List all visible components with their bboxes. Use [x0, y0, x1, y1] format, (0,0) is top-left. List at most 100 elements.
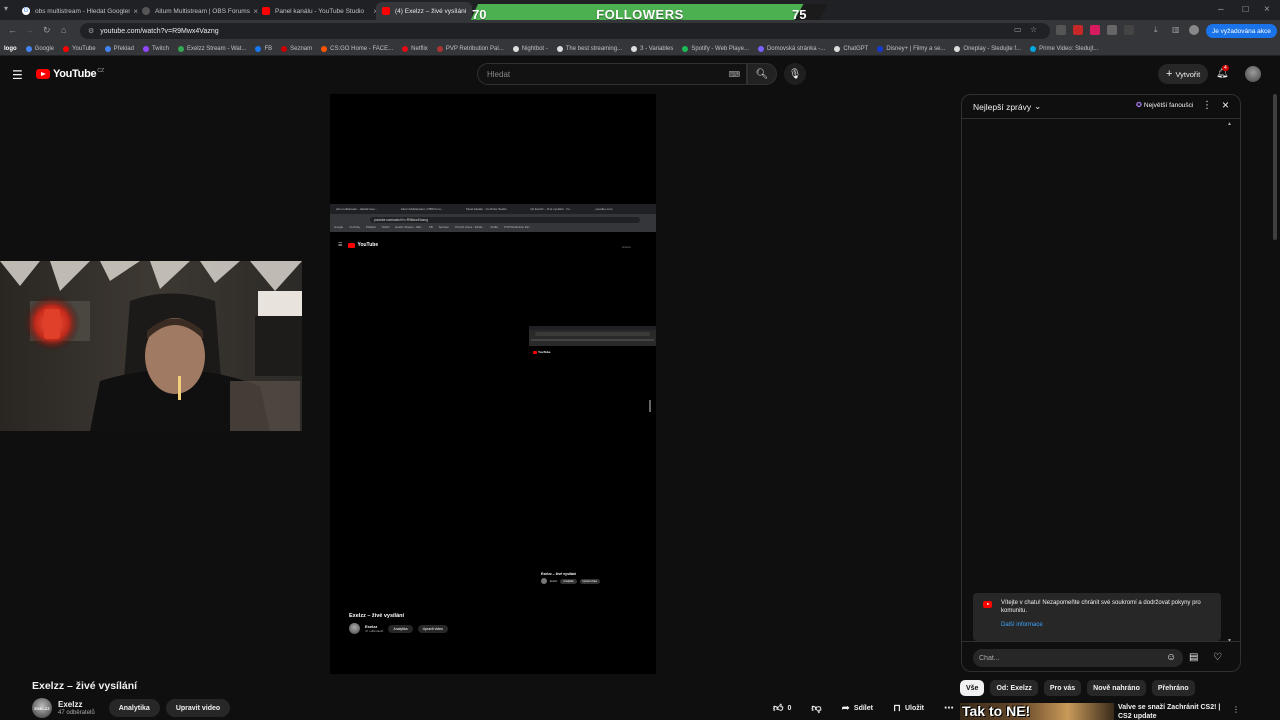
- notifications-button[interactable]: 🔔︎ 4: [1216, 65, 1229, 79]
- share-button[interactable]: ➦ Sdílet: [834, 699, 880, 717]
- bookmark-label: Překlad: [113, 45, 134, 52]
- search-box[interactable]: Hledat ⌨: [477, 63, 747, 85]
- bookmark-item[interactable]: Spotify - Web Playe...: [682, 45, 749, 52]
- extension-icon[interactable]: [1090, 25, 1100, 35]
- filter-chip[interactable]: Vše: [960, 680, 985, 696]
- recommended-title[interactable]: Valve se snaží Zachránit CS2! | CS2 upda…: [1118, 703, 1228, 720]
- chat-mode-dropdown[interactable]: Nejlepší zprávy ⌄: [973, 101, 1041, 112]
- nested-search: Hledat: [622, 245, 631, 249]
- chat-more-icon[interactable]: ⋮: [1202, 100, 1212, 111]
- site-info-icon[interactable]: ⚙: [88, 27, 94, 35]
- more-actions-button[interactable]: ⋯: [937, 699, 961, 717]
- browser-tab-youtube-studio[interactable]: Panel kanálu - YouTube Studio ×: [256, 2, 384, 20]
- back-icon[interactable]: ←: [8, 25, 17, 35]
- tab-title: Aitum Multistream | OBS Forums: [155, 7, 250, 15]
- nested-owner-row: Exelzz 47 odběratelů Analytika Upravit v…: [349, 623, 448, 634]
- heart-icon[interactable]: ♡: [1213, 652, 1222, 663]
- more-vertical-icon[interactable]: ⋮: [1232, 705, 1240, 714]
- bookmark-item[interactable]: Exelzz Stream - Wat...: [177, 45, 246, 52]
- bookmark-item[interactable]: Prime Video: Sledujt...: [1030, 45, 1098, 52]
- bookmark-item[interactable]: ChatGPT: [834, 45, 868, 52]
- filter-chip[interactable]: Přehráno: [1151, 680, 1195, 696]
- nested-level2-avatar: [541, 578, 547, 584]
- like-button[interactable]: 👍︎ 0: [766, 699, 799, 717]
- youtube-studio-icon: [262, 7, 270, 15]
- maximize-icon[interactable]: ☐: [1242, 5, 1249, 14]
- bookmark-item[interactable]: PVP Retribution Pal...: [436, 45, 504, 52]
- bookmark-item[interactable]: Seznam: [281, 45, 312, 52]
- chat-scroll-up-icon[interactable]: ▲: [1227, 121, 1232, 127]
- recommended-video[interactable]: Tak to NE! Valve se snaží Zachránit CS2!…: [960, 703, 1240, 720]
- cast-icon[interactable]: ▭: [1014, 25, 1022, 34]
- close-window-icon[interactable]: ×: [1264, 4, 1270, 15]
- home-icon[interactable]: ⌂: [61, 25, 66, 35]
- bookmark-label: logo: [4, 45, 17, 52]
- bookmark-item[interactable]: Google: [25, 45, 54, 52]
- save-button[interactable]: ⊓ Uložit: [885, 699, 931, 717]
- bookmark-favicon-icon: [1030, 45, 1037, 52]
- browser-tab-obs-forums[interactable]: Aitum Multistream | OBS Forums ×: [136, 2, 264, 20]
- bookmark-item[interactable]: Disney+ | Filmy a se...: [877, 45, 945, 52]
- extensions-puzzle-icon[interactable]: [1124, 25, 1134, 35]
- chat-input[interactable]: [973, 649, 1183, 667]
- youtube-logo[interactable]: YouTube CZ: [36, 68, 104, 80]
- edit-video-button[interactable]: Upravit video: [165, 699, 231, 717]
- close-chat-icon[interactable]: ×: [1222, 98, 1229, 112]
- bookmark-item[interactable]: logo: [4, 46, 17, 52]
- create-button[interactable]: + Vytvořit: [1158, 64, 1209, 84]
- channel-avatar[interactable]: EXELZZ: [32, 698, 52, 718]
- browser-tab-youtube-live[interactable]: (4) Exelzz – živé vysílání - YouTube: [376, 2, 472, 20]
- tab-list-icon[interactable]: ▾: [4, 4, 8, 13]
- bookmark-item[interactable]: Twitch: [142, 45, 169, 52]
- bookmark-star-icon[interactable]: ☆: [1030, 25, 1037, 34]
- channel-name[interactable]: Exelzz: [58, 700, 95, 709]
- reload-icon[interactable]: ↻: [43, 25, 51, 36]
- menu-icon[interactable]: ☰: [12, 68, 23, 82]
- recommended-thumbnail[interactable]: Tak to NE!: [960, 703, 1114, 720]
- nested-bookmarks: Google YouTube Překlad Twitch Exelzz Stream …: [334, 225, 531, 229]
- bookmark-item[interactable]: FB: [255, 45, 272, 52]
- youtube-icon: [382, 7, 390, 15]
- bookmark-item[interactable]: 3 - Variables: [631, 45, 673, 52]
- download-icon[interactable]: ⤓: [1154, 25, 1158, 35]
- minimize-icon[interactable]: –: [1218, 4, 1224, 15]
- voice-search-button[interactable]: 🎙︎: [784, 63, 806, 85]
- browser-tab-google[interactable]: G obs multistream - Hledat Googlem ×: [16, 2, 144, 20]
- forward-icon[interactable]: →: [25, 25, 34, 35]
- chat-more-info-link[interactable]: Další informace: [1001, 622, 1213, 628]
- super-chat-icon[interactable]: ▤: [1189, 652, 1198, 663]
- filter-chip[interactable]: Nově nahráno: [1087, 680, 1146, 696]
- bookmark-item[interactable]: The best streaming...: [556, 45, 622, 52]
- action-required-button[interactable]: Je vyžadována akce: [1206, 24, 1277, 38]
- search-button[interactable]: 🔍︎: [747, 63, 777, 85]
- top-fans-button[interactable]: ✪ Největší fanoušci: [1136, 101, 1193, 110]
- address-bar[interactable]: ⚙ youtube.com/watch?v=R9Mwx4Vazng: [80, 23, 1050, 39]
- bookmark-favicon-icon: [436, 45, 443, 52]
- extension-icon[interactable]: [1056, 25, 1066, 35]
- sidebar-icon[interactable]: ▥: [1172, 25, 1180, 34]
- account-avatar[interactable]: [1245, 66, 1261, 82]
- page-scrollbar[interactable]: [1273, 94, 1277, 240]
- filter-chip[interactable]: Od: Exelzz: [990, 680, 1038, 696]
- analytics-button[interactable]: Analytika: [108, 699, 160, 717]
- nested-tab: (4) Exelzz – živé vysílání - Yo...: [530, 207, 572, 211]
- keyboard-icon[interactable]: ⌨: [728, 70, 740, 79]
- bookmark-item[interactable]: Nightbot -: [512, 45, 548, 52]
- bookmark-item[interactable]: YouTube: [63, 45, 96, 52]
- bookmark-item[interactable]: Překlad: [104, 45, 134, 52]
- profile-avatar-icon[interactable]: [1189, 25, 1199, 35]
- bookmark-item[interactable]: Oneplay - Sledujte f...: [954, 45, 1021, 52]
- nested-tab-strip: obs multistream - Hledat Goo... Aitum Mul…: [330, 204, 656, 214]
- bookmark-item[interactable]: Domovská stránka -...: [757, 45, 825, 52]
- filter-chip[interactable]: Pro vás: [1043, 680, 1082, 696]
- bookmark-item[interactable]: Netflix: [402, 45, 428, 52]
- extension-icon[interactable]: [1107, 25, 1117, 35]
- emoji-icon[interactable]: ☺: [1166, 652, 1176, 663]
- recursive-stream-capture: obs multistream - Hledat Goo... Aitum Mul…: [330, 204, 656, 634]
- extension-icon[interactable]: [1073, 25, 1083, 35]
- bookmark-item[interactable]: CS:GO Home - FACE...: [321, 45, 393, 52]
- bookmark-label: YouTube: [72, 45, 96, 52]
- bookmark-favicon-icon: [512, 45, 519, 52]
- search-input[interactable]: Hledat: [487, 70, 510, 79]
- dislike-button[interactable]: 👎︎: [804, 699, 829, 717]
